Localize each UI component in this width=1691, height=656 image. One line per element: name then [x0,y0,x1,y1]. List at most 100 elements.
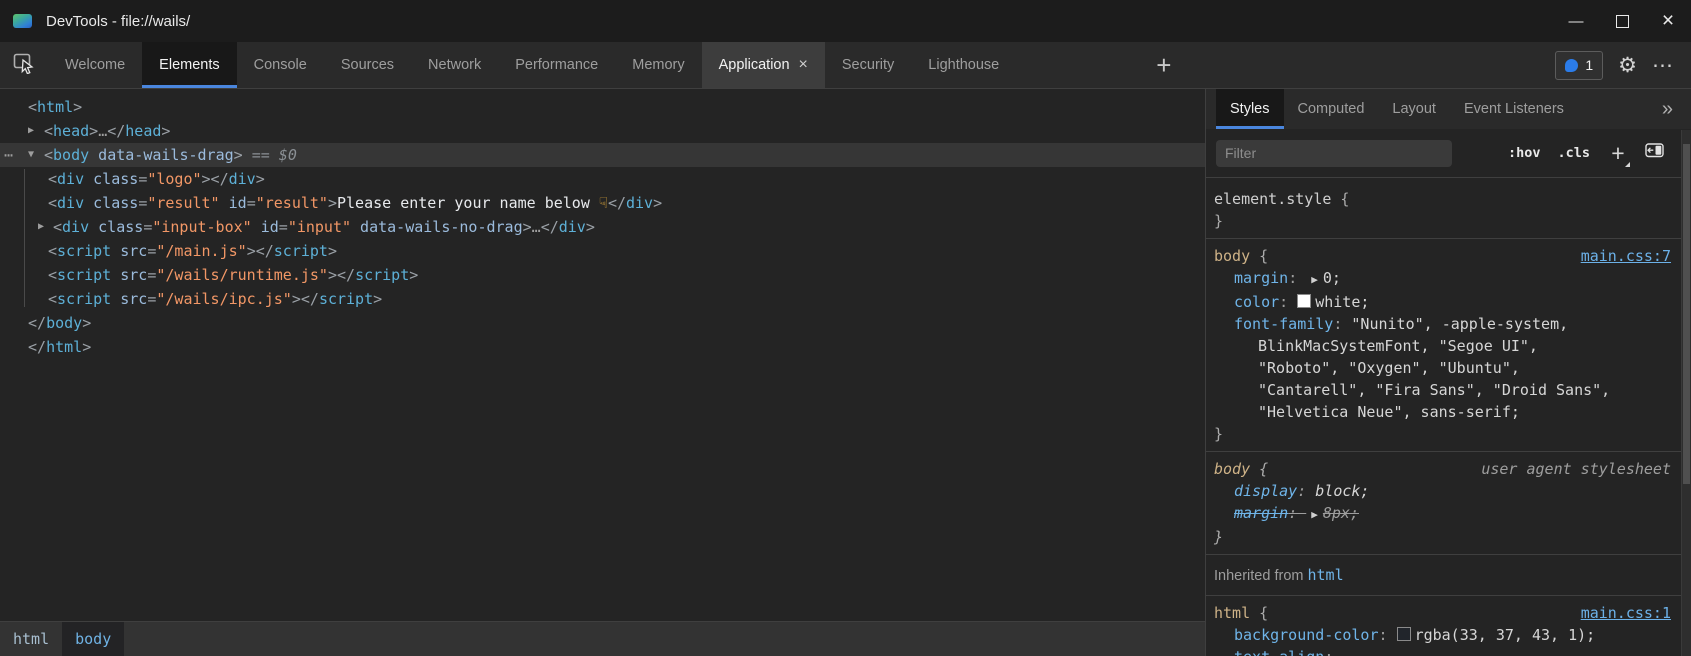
tab-welcome[interactable]: Welcome [48,42,142,88]
tab-label: Network [428,57,481,73]
css-property[interactable]: margin: ▶8px; [1214,502,1683,526]
toggle-classes-button[interactable]: .cls [1557,145,1590,161]
dom-node-row[interactable]: <div class="logo"></div> [0,167,1205,191]
dom-node-row[interactable]: </html> [0,335,1205,359]
styles-tabs: » StylesComputedLayoutEvent Listeners [1206,89,1691,129]
dom-node-row[interactable]: ⋯▼<body data-wails-drag> == $0 [0,143,1205,167]
new-style-rule-button[interactable]: + [1607,140,1629,167]
collapse-arrow-icon[interactable]: ▼ [28,143,34,167]
inspect-element-button[interactable] [0,42,48,88]
plus-icon: + [1156,50,1171,81]
minimize-icon: — [1569,13,1584,30]
toggle-element-state-button[interactable]: :hov [1508,145,1541,161]
window-controls: — × [1553,0,1691,42]
color-swatch-icon[interactable] [1297,294,1311,308]
css-property-continuation: "Roboto", "Oxygen", "Ubuntu", [1214,357,1683,379]
tab-lighthouse[interactable]: Lighthouse [911,42,1016,88]
stylesheet-link[interactable]: main.css:7 [1581,245,1671,267]
toolbar-right: 1 ⚙ ⋯ [1555,42,1691,88]
rule-selector[interactable]: body [1214,460,1250,478]
expand-arrow-icon[interactable]: ▶ [38,215,44,239]
tab-label: Sources [341,57,394,73]
tab-elements[interactable]: Elements [142,42,236,88]
inherited-node-link[interactable]: html [1308,566,1344,584]
dom-node-row[interactable]: <html> [0,95,1205,119]
close-button[interactable]: × [1645,0,1691,42]
user-agent-stylesheet-label: user agent stylesheet [1481,458,1671,480]
tab-label: Performance [515,57,598,73]
stylesheet-link[interactable]: main.css:1 [1581,602,1671,624]
tab-computed[interactable]: Computed [1284,89,1379,129]
tab-security[interactable]: Security [825,42,911,88]
chevrons-icon: » [1662,98,1673,121]
expand-value-icon[interactable]: ▶ [1311,508,1318,521]
style-rule: main.css:7body {margin: ▶0;color: white;… [1206,239,1691,452]
dom-node-row[interactable]: <script src="/wails/ipc.js"></script> [0,287,1205,311]
rule-selector[interactable]: body [1214,247,1250,265]
style-rule: main.css:1html {background-color: rgba(3… [1206,596,1691,656]
style-rule: user agent stylesheetbody {display: bloc… [1206,452,1691,555]
tab-layout[interactable]: Layout [1378,89,1450,129]
tab-network[interactable]: Network [411,42,498,88]
css-property[interactable]: margin: ▶0; [1214,267,1683,291]
expand-arrow-icon[interactable]: ▶ [28,119,34,143]
css-property[interactable]: color: white; [1214,291,1683,313]
issues-button[interactable]: 1 [1555,51,1603,80]
customize-menu-button[interactable]: ⋯ [1652,53,1673,78]
settings-button[interactable]: ⚙ [1618,53,1637,78]
expand-value-icon[interactable]: ▶ [1311,273,1318,286]
rule-selector-line: main.css:7body { [1214,245,1683,267]
dom-node-row[interactable]: <div class="result" id="result">Please e… [0,191,1205,215]
minimize-button[interactable]: — [1553,0,1599,42]
tab-label: Console [254,57,307,73]
dom-node-row[interactable]: </body> [0,311,1205,335]
styles-scrollbar-thumb[interactable] [1683,144,1690,484]
tab-event-listeners[interactable]: Event Listeners [1450,89,1578,129]
computed-sidebar-toggle-button[interactable] [1645,143,1665,163]
rule-selector[interactable]: html [1214,604,1250,622]
breadcrumb: htmlbody [0,621,1205,656]
dom-node-row[interactable]: ▶<div class="input-box" id="input" data-… [0,215,1205,239]
issues-count: 1 [1585,57,1593,73]
close-tab-icon[interactable]: × [799,56,808,74]
color-swatch-icon[interactable] [1397,627,1411,641]
dom-node-row[interactable]: <script src="/main.js"></script> [0,239,1205,263]
main-area: <html>▶<head>…</head>⋯▼<body data-wails-… [0,89,1691,656]
tab-label: Lighthouse [928,57,999,73]
more-tools-button[interactable]: + [1144,42,1183,88]
main-tabs: WelcomeElements Console Sources Network Perf… [48,42,1016,88]
node-overflow-menu-icon[interactable]: ⋯ [4,143,13,167]
tab-sources[interactable]: Sources [324,42,411,88]
tab-performance[interactable]: Performance [498,42,615,88]
rule-selector[interactable]: element.style [1214,190,1331,208]
devtools-toolbar: WelcomeElements Console Sources Network Perf… [0,42,1691,89]
tab-memory[interactable]: Memory [615,42,701,88]
styles-scrollbar[interactable] [1681,130,1691,656]
tab-application[interactable]: Application × [702,42,825,88]
styles-filter-input[interactable] [1216,140,1452,167]
issues-bubble-icon [1565,59,1578,72]
maximize-icon [1616,15,1629,28]
overflow-tabs-button[interactable]: » [1644,89,1691,129]
dom-node-row[interactable]: <script src="/wails/runtime.js"></script… [0,263,1205,287]
css-property-continuation: "Helvetica Neue", sans-serif; [1214,401,1683,423]
style-rules: element.style {}main.css:7body {margin: … [1206,178,1691,656]
breadcrumb-item-html[interactable]: html [0,622,62,656]
tab-label: Application [719,57,790,73]
style-rule: element.style {} [1206,178,1691,239]
css-property[interactable]: background-color: rgba(33, 37, 43, 1); [1214,624,1683,646]
tab-styles[interactable]: Styles [1216,89,1284,129]
tab-label: Security [842,57,894,73]
titlebar: DevTools - file://wails/ — × [0,0,1691,42]
devtools-window: DevTools - file://wails/ — × WelcomeElem… [0,0,1691,656]
css-property[interactable]: text-align: [1214,646,1683,656]
dom-node-row[interactable]: ▶<head>…</head> [0,119,1205,143]
css-property-continuation: BlinkMacSystemFont, "Segoe UI", [1214,335,1683,357]
sidebar-collapse-icon [1645,143,1665,163]
rule-selector-line: main.css:1html { [1214,602,1683,624]
maximize-button[interactable] [1599,0,1645,42]
css-property[interactable]: font-family: "Nunito", -apple-system, [1214,313,1683,335]
css-property[interactable]: display: block; [1214,480,1683,502]
tab-console[interactable]: Console [237,42,324,88]
breadcrumb-item-body[interactable]: body [62,622,124,656]
